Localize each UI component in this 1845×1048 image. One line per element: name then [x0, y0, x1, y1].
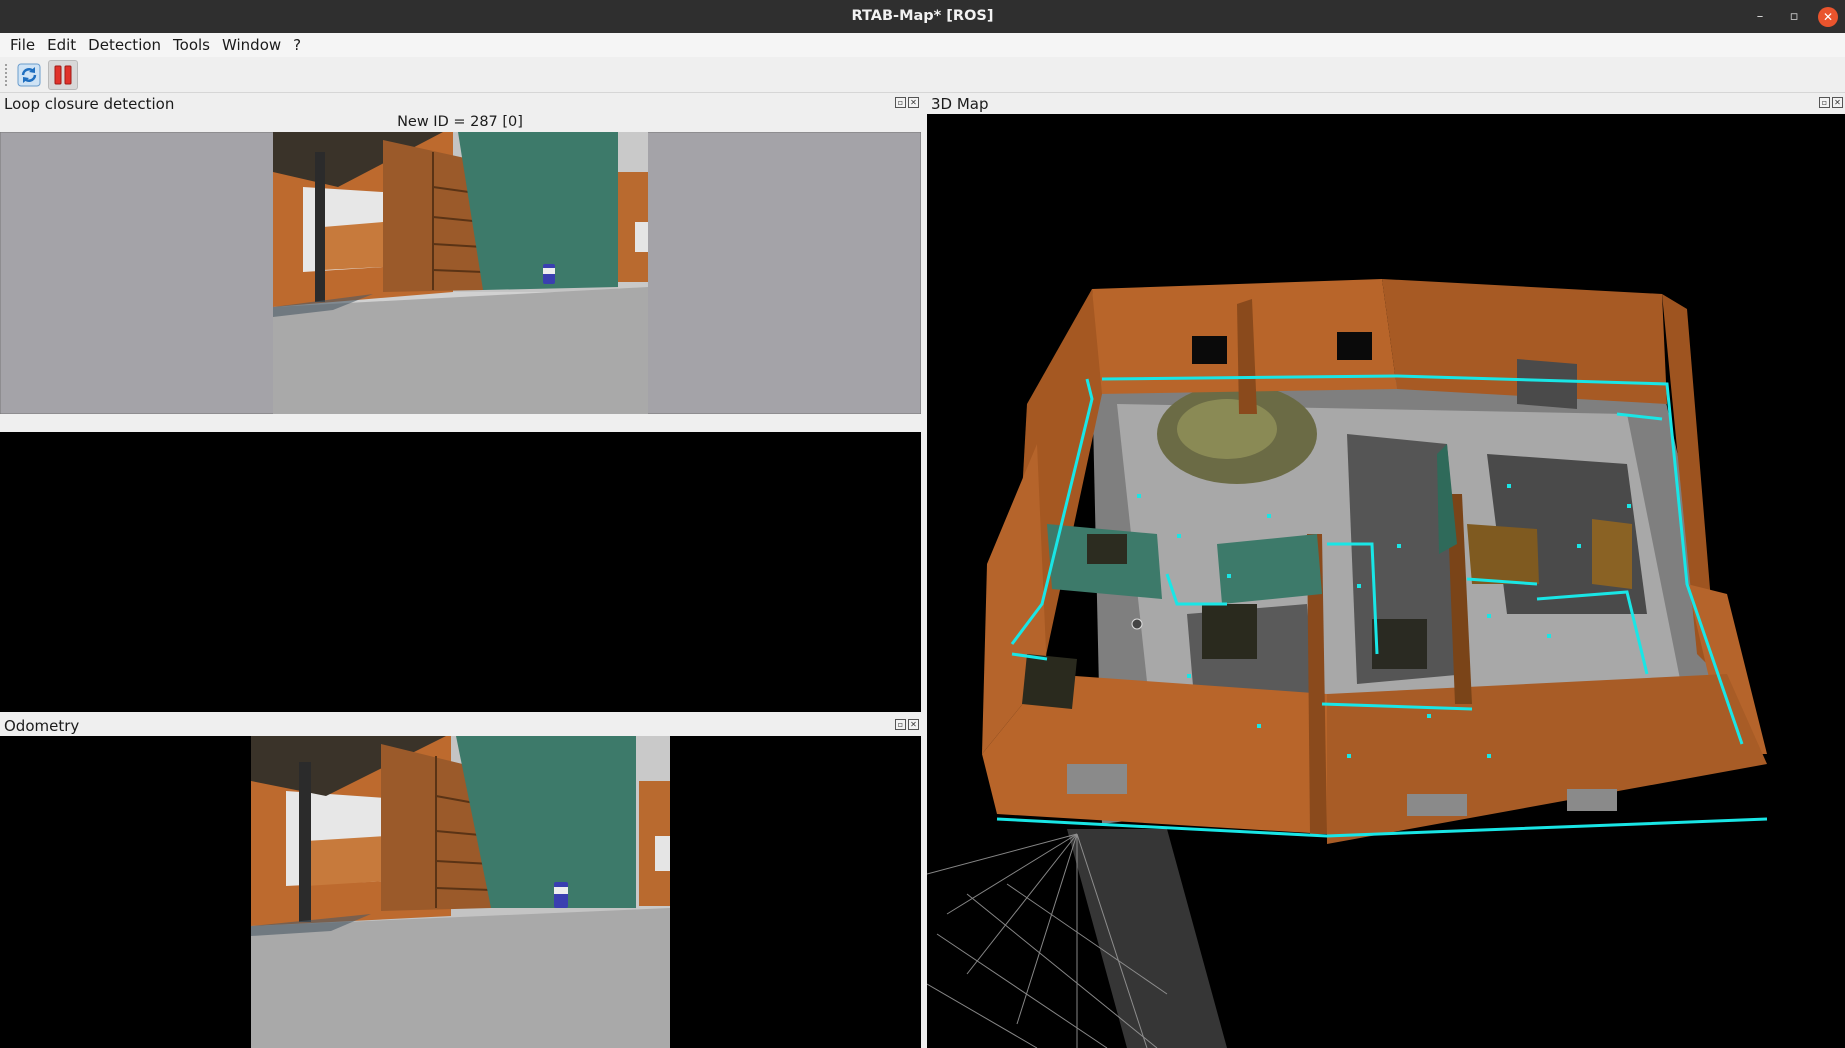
close-button[interactable]: ✕	[1811, 0, 1845, 33]
odometry-image-view[interactable]	[0, 736, 921, 1048]
menu-detection[interactable]: Detection	[82, 36, 167, 54]
odometry-image	[0, 736, 921, 1048]
loop-closure-image-view[interactable]	[0, 132, 921, 414]
loop-closure-image	[0, 132, 921, 414]
map3d-dock-title: 3D Map ▫ ✕	[927, 94, 1845, 113]
menu-bar: File Edit Detection Tools Window ?	[0, 33, 1845, 57]
odometry-close-button[interactable]: ✕	[908, 719, 919, 730]
window-titlebar: RTAB-Map* [ROS] – ▫ ✕	[0, 0, 1845, 33]
toolbar-grip-handle[interactable]	[4, 62, 8, 87]
pause-icon	[54, 65, 72, 84]
loop-closure-close-button[interactable]: ✕	[908, 97, 919, 108]
loop-closure-match-view[interactable]	[0, 432, 921, 712]
loop-closure-spacer	[0, 414, 921, 432]
map3d-float-button[interactable]: ▫	[1819, 97, 1830, 108]
refresh-icon	[17, 63, 41, 86]
window-title: RTAB-Map* [ROS]	[851, 8, 994, 24]
new-id-label: New ID = 287 [0]	[397, 114, 523, 130]
odometry-title: Odometry	[4, 716, 80, 735]
toolbar	[0, 57, 1845, 93]
menu-edit[interactable]: Edit	[41, 36, 82, 54]
menu-file[interactable]: File	[4, 36, 41, 54]
map3d-view[interactable]	[927, 114, 1845, 1048]
map3d-title: 3D Map	[931, 94, 989, 113]
minimize-icon: –	[1756, 9, 1764, 24]
map3d-close-button[interactable]: ✕	[1832, 97, 1843, 108]
maximize-icon: ▫	[1789, 9, 1799, 24]
minimize-button[interactable]: –	[1743, 0, 1777, 33]
menu-tools[interactable]: Tools	[167, 36, 216, 54]
loop-closure-title: Loop closure detection	[4, 94, 175, 113]
pause-button[interactable]	[48, 59, 78, 90]
close-icon: ✕	[1818, 6, 1838, 27]
refresh-button[interactable]	[14, 60, 44, 90]
loop-closure-dock-title: Loop closure detection ▫ ✕	[0, 94, 921, 113]
menu-window[interactable]: Window	[216, 36, 287, 54]
maximize-button[interactable]: ▫	[1777, 0, 1811, 33]
odometry-dock-title: Odometry ▫ ✕	[0, 716, 921, 735]
odometry-float-button[interactable]: ▫	[895, 719, 906, 730]
loop-closure-float-button[interactable]: ▫	[895, 97, 906, 108]
menu-help[interactable]: ?	[287, 36, 307, 54]
map3d-pointcloud	[927, 114, 1845, 1048]
